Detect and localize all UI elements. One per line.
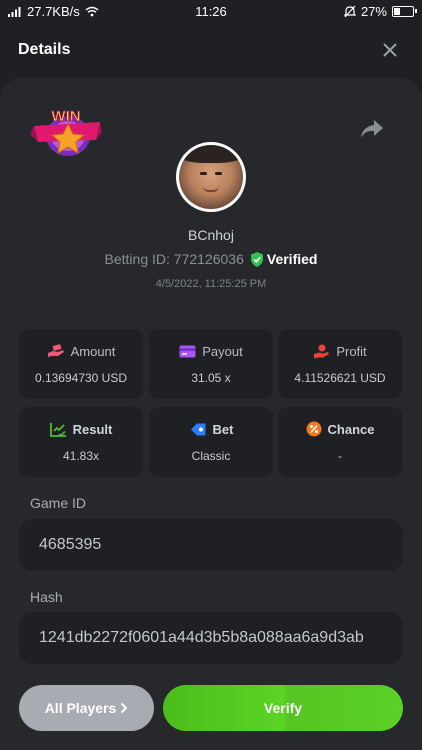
game-id-label: Game ID (30, 495, 87, 511)
stat-amount: Amount 0.13694730 USD (19, 329, 143, 399)
stat-value-bet: Classic (191, 448, 231, 463)
mute-bell-icon (343, 5, 356, 17)
verified-badge: Verified (250, 251, 318, 267)
card-icon (179, 345, 196, 357)
stat-value-profit: 4.11526621 USD (294, 370, 386, 385)
stat-bet: Bet Classic (149, 407, 273, 477)
network-speed: 27.7KB/s (27, 3, 80, 19)
status-bar: 27.7KB/s 11:26 27% (0, 0, 422, 22)
coin-hand-icon (314, 344, 330, 358)
stat-value-payout: 31.05 x (191, 370, 231, 385)
verified-shield-icon (250, 251, 263, 267)
stat-payout: Payout 31.05 x (149, 329, 273, 399)
stat-label-bet: Bet (212, 421, 234, 437)
game-id-field[interactable]: 4685395 (19, 519, 403, 571)
hash-field[interactable]: 1241db2272f0601a44d3b5b8a088aa6a9d3ab (19, 612, 403, 664)
battery-percent: 27% (360, 3, 387, 19)
verify-button[interactable]: Verify (163, 685, 403, 731)
hash-label: Hash (30, 589, 63, 605)
stat-label-amount: Amount (70, 343, 116, 359)
percent-icon (306, 421, 322, 437)
stat-chance: Chance - (278, 407, 402, 477)
page-title: Details (18, 41, 71, 58)
verify-label: Verify (263, 700, 303, 716)
stat-profit: Profit 4.11526621 USD (278, 329, 402, 399)
chevron-right-icon (121, 702, 128, 714)
ticket-icon (190, 423, 206, 435)
stat-label-payout: Payout (202, 343, 243, 359)
betting-id: Betting ID: 772126036 (104, 251, 244, 267)
avatar-photo (179, 145, 243, 209)
money-hand-icon (47, 344, 64, 357)
status-left: 27.7KB/s (8, 4, 99, 19)
stat-value-amount: 0.13694730 USD (34, 370, 128, 385)
header: Details (0, 30, 422, 70)
details-panel: WIN BCnhoj Betting ID: 772126036 Verifie… (0, 78, 422, 750)
close-icon (383, 43, 397, 57)
stat-value-result: 41.83x (62, 448, 100, 463)
close-button[interactable] (376, 36, 404, 64)
win-badge-text: WIN (51, 108, 80, 125)
avatar (176, 142, 246, 212)
stat-label-profit: Profit (336, 343, 367, 359)
battery-icon (392, 5, 417, 17)
bet-timestamp: 4/5/2022, 11:25:25 PM (155, 278, 267, 290)
verified-label: Verified (266, 251, 318, 267)
betting-id-row: Betting ID: 772126036 Verified (0, 251, 422, 267)
username: BCnhoj (188, 227, 234, 243)
share-icon[interactable] (360, 118, 384, 140)
wifi-icon (85, 6, 99, 16)
all-players-label: All Players (44, 700, 117, 716)
stat-result: Result 41.83x (19, 407, 143, 477)
signal-icon (8, 6, 21, 17)
win-badge-icon: WIN (30, 108, 102, 156)
chart-check-icon (49, 422, 66, 437)
status-right: 27% (343, 3, 417, 19)
stat-label-chance: Chance (327, 421, 375, 437)
stat-label-result: Result (72, 421, 113, 437)
all-players-button[interactable]: All Players (19, 685, 154, 731)
stat-value-chance: - (338, 449, 342, 463)
